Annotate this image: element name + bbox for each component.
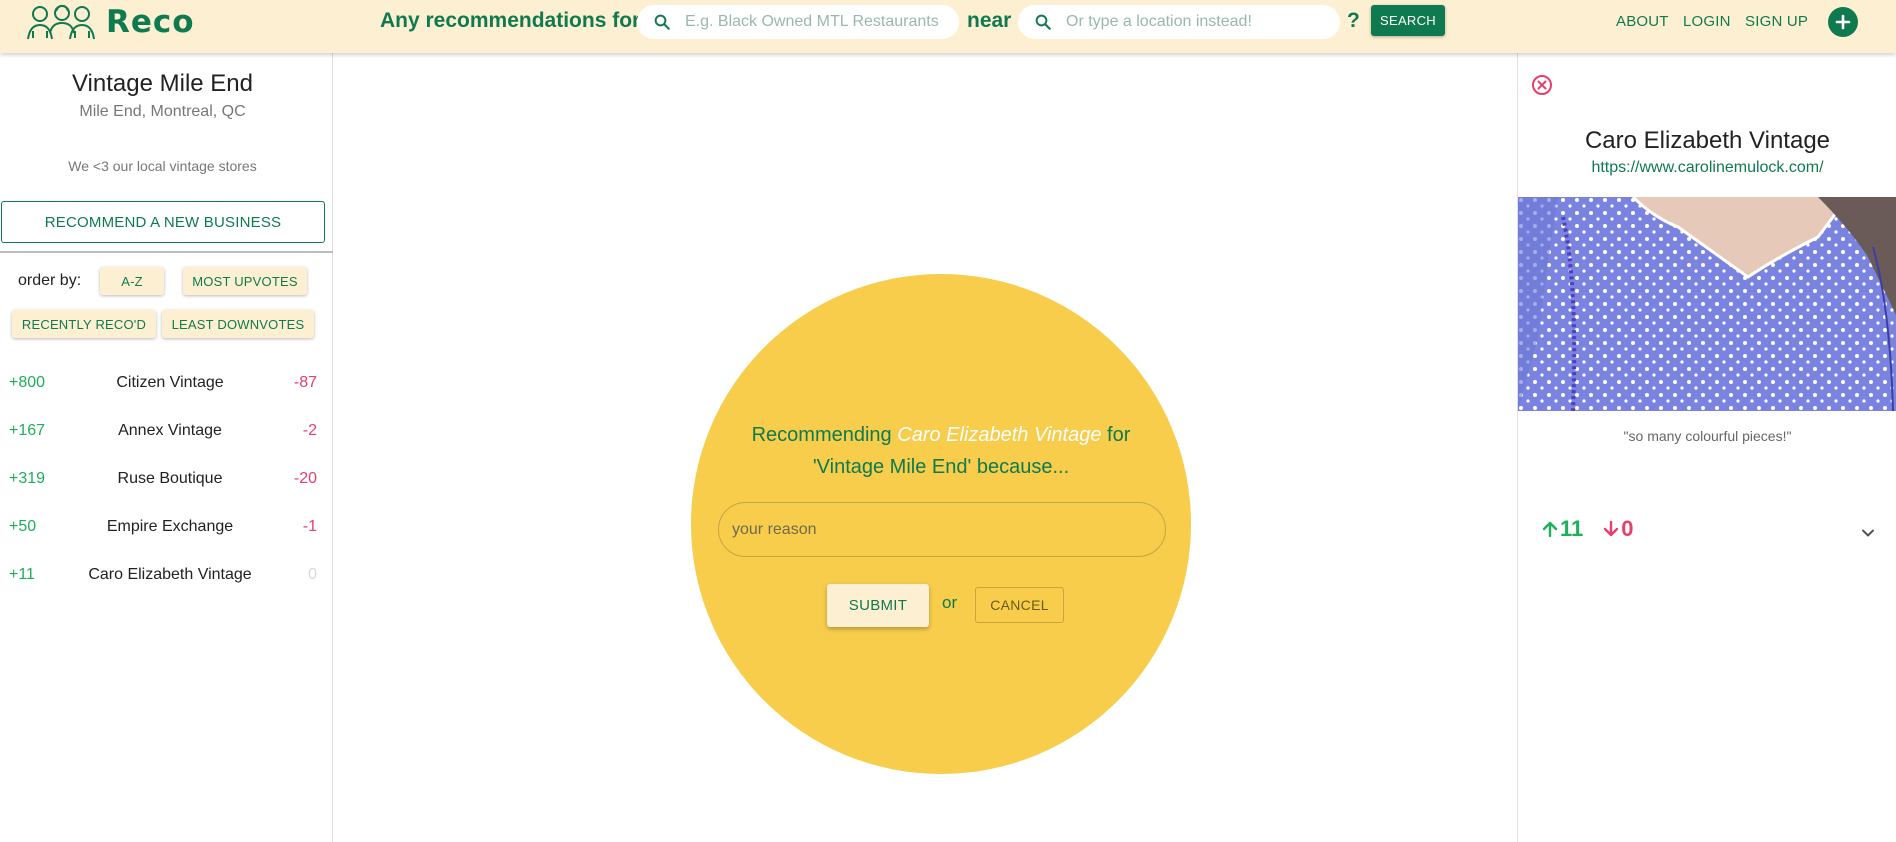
- list-location: Mile End, Montreal, QC: [79, 103, 246, 120]
- plus-icon: [1835, 14, 1851, 30]
- business-downvotes: -2: [302, 422, 317, 439]
- arrow-down-icon: [1604, 520, 1619, 537]
- nav-login-link[interactable]: LOGIN: [1683, 13, 1731, 30]
- business-photo: [1518, 197, 1896, 411]
- logo[interactable]: Reco: [26, 2, 195, 42]
- business-title: Caro Elizabeth Vintage: [1584, 127, 1831, 154]
- business-downvotes: -20: [293, 470, 317, 487]
- recommend-list-ref: 'Vintage Mile End' because...: [812, 456, 1070, 478]
- sort-most-upvotes-button[interactable]: MOST UPVOTES: [183, 267, 307, 295]
- cancel-button[interactable]: CANCEL: [975, 587, 1064, 623]
- question-mark: ?: [1347, 9, 1360, 32]
- logo-text: Reco: [106, 4, 195, 40]
- recommend-new-business-button[interactable]: RECOMMEND A NEW BUSINESS: [1, 201, 325, 243]
- business-photo-image: [1518, 197, 1896, 411]
- order-by-label: order by:: [18, 272, 82, 289]
- location-search-input[interactable]: [1066, 13, 1340, 31]
- upvote-count: 11: [1560, 516, 1584, 541]
- sort-least-downvotes-button[interactable]: LEAST DOWNVOTES: [162, 310, 314, 338]
- business-name[interactable]: Caro Elizabeth Vintage: [40, 566, 300, 584]
- top-bar: Reco Any recommendations for near ? SEAR…: [0, 0, 1896, 53]
- close-panel-button[interactable]: [1531, 74, 1553, 96]
- list-sidebar: Vintage Mile End Mile End, Montreal, QC …: [0, 53, 333, 842]
- sort-az-button[interactable]: A-Z: [100, 267, 164, 295]
- or-label: or: [942, 593, 958, 612]
- business-upvotes: +50: [9, 518, 37, 535]
- nav-about-link[interactable]: ABOUT: [1616, 13, 1669, 30]
- expand-button[interactable]: [1858, 523, 1878, 543]
- upvote-button[interactable]: 11: [1540, 516, 1583, 542]
- topic-search-box: [637, 5, 959, 39]
- business-quote: "so many colourful pieces!": [1623, 428, 1792, 444]
- business-detail-panel: Caro Elizabeth Vintage https://www.carol…: [1517, 53, 1896, 842]
- business-row[interactable]: +50 Empire Exchange -1: [0, 514, 325, 544]
- query-prefix-label: Any recommendations for: [380, 9, 641, 32]
- search-button[interactable]: SEARCH: [1371, 5, 1445, 36]
- close-circle-icon: [1532, 75, 1552, 95]
- search-icon: [654, 14, 670, 30]
- business-name[interactable]: Empire Exchange: [40, 518, 300, 536]
- submit-button[interactable]: SUBMIT: [827, 584, 929, 627]
- search-icon: [1035, 14, 1051, 30]
- recommend-business-name: Caro Elizabeth Vintage: [897, 424, 1102, 446]
- chevron-down-icon: [1862, 529, 1874, 537]
- nav-signup-link[interactable]: SIGN UP: [1745, 13, 1808, 30]
- sidebar-divider: [0, 251, 333, 253]
- near-label: near: [967, 9, 1012, 32]
- business-row[interactable]: +319 Ruse Boutique -20: [0, 466, 325, 496]
- business-upvotes: +11: [9, 566, 35, 583]
- business-name[interactable]: Annex Vintage: [40, 422, 300, 440]
- business-row[interactable]: +800 Citizen Vintage -87: [0, 370, 325, 400]
- people-logo-icon: [27, 4, 95, 40]
- downvote-button[interactable]: 0: [1601, 516, 1634, 542]
- vote-controls: 11 0: [1540, 516, 1634, 542]
- reason-input[interactable]: [718, 502, 1166, 557]
- business-row[interactable]: +167 Annex Vintage -2: [0, 418, 325, 448]
- business-downvotes: -1: [302, 518, 317, 535]
- arrow-up-icon: [1542, 521, 1558, 538]
- business-name[interactable]: Ruse Boutique: [40, 470, 300, 488]
- topic-search-input[interactable]: [685, 13, 959, 31]
- location-search-box: [1018, 5, 1340, 39]
- business-row[interactable]: +11 Caro Elizabeth Vintage 0: [0, 562, 325, 592]
- add-list-button[interactable]: [1828, 7, 1858, 37]
- business-name[interactable]: Citizen Vintage: [40, 374, 300, 392]
- business-downvotes: 0: [308, 566, 317, 583]
- recommend-dialog: Recommending Caro Elizabeth Vintage for …: [691, 274, 1191, 774]
- sort-recently-reco-button[interactable]: RECENTLY RECO'D: [12, 310, 156, 338]
- business-website-link[interactable]: https://www.carolinemulock.com/: [1518, 159, 1896, 177]
- business-downvotes: -87: [293, 374, 317, 391]
- list-description: We <3 our local vintage stores: [68, 158, 257, 174]
- recommend-for: for: [1107, 424, 1131, 446]
- list-title: Vintage Mile End: [71, 70, 253, 97]
- downvote-count: 0: [1621, 516, 1634, 541]
- recommend-message: Recommending Caro Elizabeth Vintage for …: [691, 419, 1191, 483]
- recommend-prefix: Recommending: [751, 424, 892, 446]
